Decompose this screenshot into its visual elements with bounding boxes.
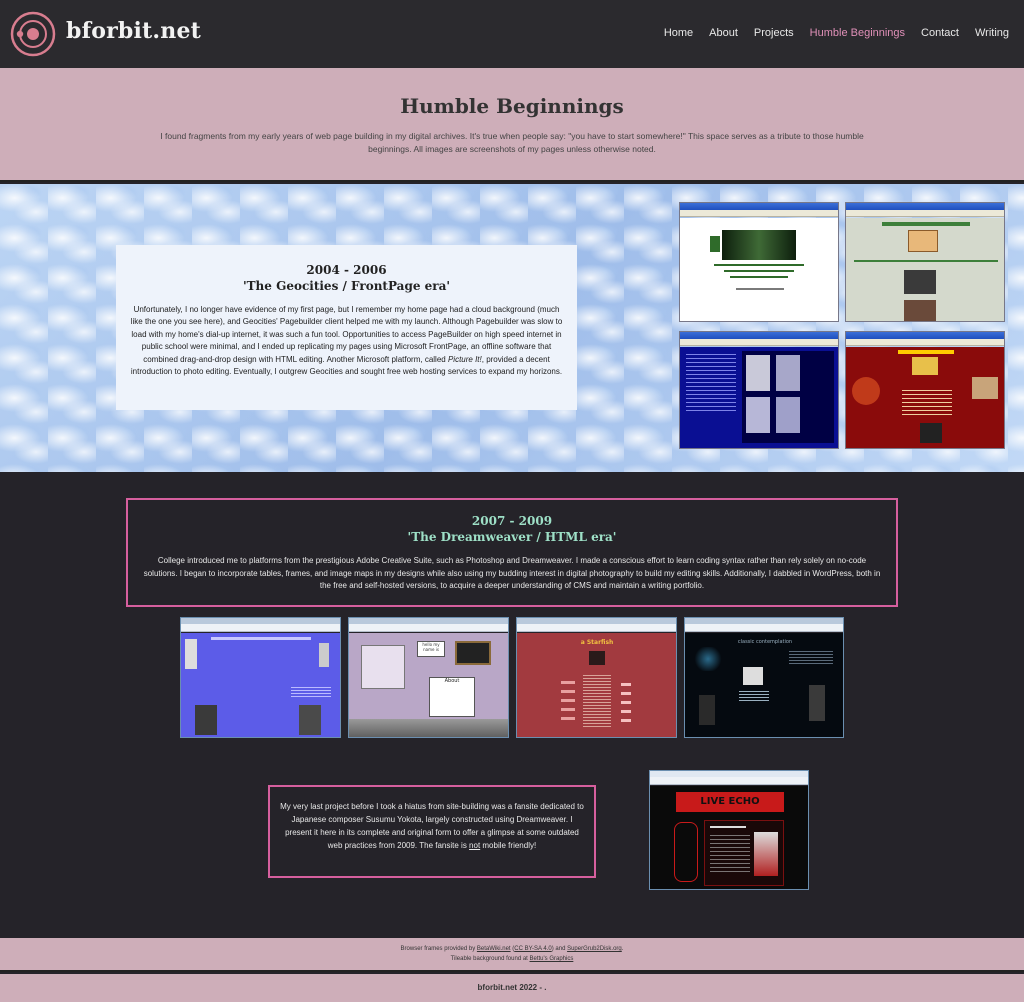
dreamweaver-screenshot[interactable] (180, 617, 341, 738)
browser-frames-credit: Browser frames provided by BetaWiki.net … (400, 946, 624, 952)
page-title: Humble Beginnings (400, 94, 624, 118)
screenshot-content (680, 218, 838, 321)
intro-section: Humble Beginnings I found fragments from… (0, 68, 1024, 182)
geocities-screenshot[interactable] (679, 331, 839, 449)
copyright-text: bforbit.net 2022 - . (0, 974, 1024, 1002)
main-nav: Home About Projects Humble Beginnings Co… (664, 27, 1009, 39)
license-link[interactable]: CC BY-SA 4.0 (514, 946, 551, 952)
window-titlebar (680, 203, 838, 210)
geocities-screenshot[interactable] (679, 202, 839, 322)
browser-toolbar (680, 339, 838, 346)
background-credit: Tileable background found at Bettu's Gra… (450, 956, 574, 962)
browser-toolbar (650, 777, 808, 785)
geocities-era-card: 2004 - 2006 'The Geocities / FrontPage e… (116, 245, 577, 410)
browser-toolbar (680, 210, 838, 217)
live-echo-banner: LIVE ECHO (676, 792, 784, 812)
browser-toolbar (685, 624, 843, 632)
nav-projects[interactable]: Projects (754, 27, 794, 39)
screenshot-content (181, 633, 340, 737)
site-header: bforbit.net Home About Projects Humble B… (0, 0, 1024, 68)
contemplation-title: classic contemplation (737, 639, 793, 645)
fansite-screenshot[interactable]: LIVE ECHO (649, 770, 809, 890)
era-years: 2007 - 2009 (471, 514, 553, 528)
supergrub-link[interactable]: SuperGrub2Disk.org (567, 946, 622, 952)
fansite-description: My very last project before I took a hia… (280, 802, 584, 850)
nav-home[interactable]: Home (664, 27, 693, 39)
betawiki-link[interactable]: BetaWiki.net (477, 946, 511, 952)
browser-toolbar (349, 624, 508, 632)
screenshot-content: LIVE ECHO (650, 786, 808, 889)
screenshot-content (846, 347, 1004, 448)
nav-about[interactable]: About (709, 27, 738, 39)
dreamweaver-screenshot[interactable]: a Starfish (516, 617, 677, 738)
geocities-screenshot[interactable] (845, 331, 1005, 449)
era-description: Unfortunately, I no longer have evidence… (130, 305, 563, 377)
era-description: College introduced me to platforms from … (143, 556, 881, 591)
browser-toolbar (181, 624, 340, 632)
era-subtitle: 'The Geocities / FrontPage era' (242, 279, 451, 293)
about-label: About (429, 677, 475, 717)
nav-humble-beginnings[interactable]: Humble Beginnings (810, 27, 905, 39)
geocities-screenshot[interactable] (845, 202, 1005, 322)
not-emphasis: not (469, 841, 481, 850)
era-subtitle: 'The Dreamweaver / HTML era' (407, 530, 617, 544)
bettu-link[interactable]: Bettu's Graphics (530, 956, 574, 962)
browser-toolbar (517, 624, 676, 632)
orbit-logo-icon[interactable] (10, 11, 56, 57)
screenshot-content (680, 347, 838, 448)
screenshot-content (846, 218, 1004, 321)
window-titlebar (846, 332, 1004, 339)
screenshot-content: hello my name is About (349, 633, 508, 737)
screenshot-content: classic contemplation (685, 633, 843, 737)
window-titlebar (846, 203, 1004, 210)
fansite-card: My very last project before I took a hia… (268, 785, 596, 878)
screenshot-content: a Starfish (517, 633, 676, 737)
nav-writing[interactable]: Writing (975, 27, 1009, 39)
dreamweaver-screenshot[interactable]: hello my name is About (348, 617, 509, 738)
starfish-title: a Starfish (580, 639, 614, 646)
dreamweaver-screenshot[interactable]: classic contemplation (684, 617, 844, 738)
hello-label: hello my name is (417, 641, 445, 657)
geocities-era-section: 2004 - 2006 'The Geocities / FrontPage e… (0, 184, 1024, 472)
era-years: 2004 - 2006 (306, 263, 387, 277)
browser-toolbar (846, 339, 1004, 346)
picture-it-name: Picture It! (447, 354, 482, 364)
credits-footer: Browser frames provided by BetaWiki.net … (0, 938, 1024, 972)
site-logo-text[interactable]: bforbit.net (66, 18, 201, 44)
browser-toolbar (846, 210, 1004, 217)
dreamweaver-era-card: 2007 - 2009 'The Dreamweaver / HTML era'… (126, 498, 898, 607)
intro-text: I found fragments from my early years of… (160, 131, 864, 154)
nav-contact[interactable]: Contact (921, 27, 959, 39)
window-titlebar (680, 332, 838, 339)
